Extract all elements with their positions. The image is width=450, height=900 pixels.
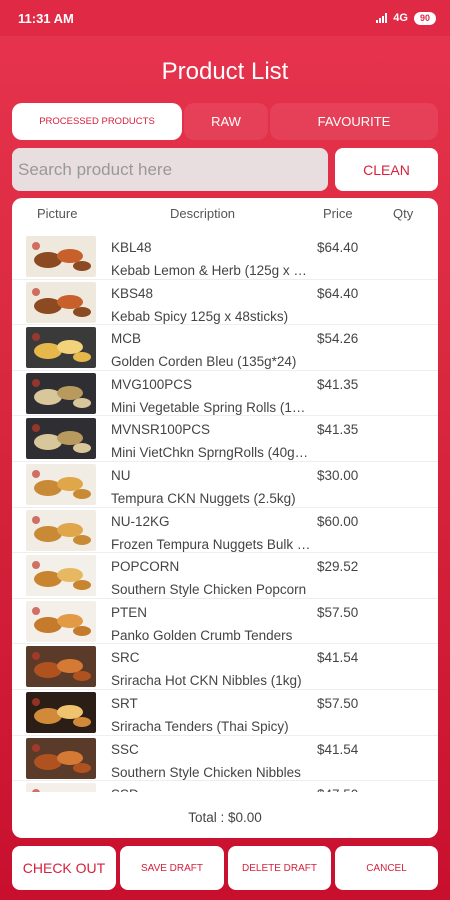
product-code: SSC [111, 741, 139, 757]
table-row[interactable]: NU-12KG Frozen Tempura Nuggets Bulk 12KG $… [12, 508, 438, 554]
product-thumbnail [26, 236, 96, 277]
product-thumbnail [26, 372, 96, 414]
table-row[interactable]: SRT Sriracha Tenders (Thai Spicy) $57.50 [12, 690, 438, 736]
product-list[interactable]: KBL48 Kebab Lemon & Herb (125g x 48sticks… [12, 234, 438, 792]
product-price: $41.54 [317, 650, 359, 666]
product-description: Frozen Tempura Nuggets Bulk 12KG [111, 536, 311, 552]
product-price: $41.35 [317, 376, 359, 392]
product-table-panel: Picture Description Price Qty KBL48 Kebab… [12, 198, 438, 838]
product-code: SSD [111, 787, 139, 792]
tab-favourite[interactable]: FAVOURITE [270, 103, 438, 140]
delete-draft-button[interactable]: DELETE DRAFT [228, 846, 331, 890]
table-row[interactable]: PTEN Panko Golden Crumb Tenders $57.50 [12, 599, 438, 645]
product-description: Kebab Spicy 125g x 48sticks) [111, 308, 289, 324]
product-price: $60.00 [317, 513, 359, 529]
product-description: Mini VietChkn SprngRolls (40g x 100) [111, 445, 311, 461]
tab-raw[interactable]: RAW [184, 103, 268, 140]
table-row[interactable]: POPCORN Southern Style Chicken Popcorn $29… [12, 553, 438, 599]
product-price: $54.26 [317, 331, 359, 347]
product-code: KBL48 [111, 240, 152, 255]
product-price: $57.50 [317, 604, 359, 620]
product-code: SRT [111, 696, 138, 711]
product-price: $29.52 [317, 559, 359, 575]
product-code: NU-12KG [111, 513, 170, 529]
table-row[interactable]: NU Tempura CKN Nuggets (2.5kg) $30.00 [12, 462, 438, 508]
product-description: Sriracha Tenders (Thai Spicy) [111, 719, 289, 734]
product-price: $64.40 [317, 240, 359, 255]
product-description: Tempura CKN Nuggets (2.5kg) [111, 491, 296, 506]
status-bar: 11:31 AM 4G 90 [0, 0, 450, 36]
product-code: NU [111, 468, 131, 483]
product-description: Golden Corden Bleu (135g*24) [111, 354, 297, 370]
product-thumbnail [26, 509, 96, 551]
save-draft-button[interactable]: SAVE DRAFT [120, 846, 224, 890]
search-input[interactable] [12, 148, 328, 191]
header-qty: Qty [393, 206, 414, 221]
battery-icon: 90 [413, 11, 436, 25]
product-description: Kebab Lemon & Herb (125g x 48sticks) [111, 263, 311, 278]
product-thumbnail [26, 281, 96, 323]
product-description: Mini Vegetable Spring Rolls (100pcs) [111, 399, 311, 415]
product-description: Southern Style Chicken Nibbles [111, 764, 301, 780]
product-code: MVNSR100PCS [111, 422, 211, 438]
product-description: Panko Golden Crumb Tenders [111, 627, 293, 643]
table-row[interactable]: SSC Southern Style Chicken Nibbles $41.54 [12, 736, 438, 782]
network-label: 4G [393, 12, 408, 24]
table-row[interactable]: KBS48 Kebab Spicy 125g x 48sticks) $64.40 [12, 280, 438, 326]
table-row[interactable]: MVG100PCS Mini Vegetable Spring Rolls (10… [12, 371, 438, 417]
product-price: $41.35 [317, 422, 359, 438]
product-description: Sriracha Hot CKN Nibbles (1kg) [111, 673, 302, 689]
status-icons: 4G 90 [376, 11, 436, 25]
status-time: 11:31 AM [18, 10, 74, 26]
product-thumbnail [26, 737, 96, 779]
table-row[interactable]: SSD $47.50 [12, 781, 438, 792]
product-price: $57.50 [317, 696, 359, 711]
product-thumbnail [26, 692, 96, 733]
product-thumbnail [26, 418, 96, 460]
table-row[interactable]: MCB Golden Corden Bleu (135g*24) $54.26 [12, 325, 438, 371]
product-price: $41.54 [317, 741, 359, 757]
product-price: $30.00 [317, 468, 359, 483]
cancel-button[interactable]: CANCEL [335, 846, 438, 890]
header-description: Description [170, 206, 236, 221]
check-out-button[interactable]: CHECK OUT [12, 846, 116, 890]
signal-icon [376, 13, 388, 23]
table-row[interactable]: KBL48 Kebab Lemon & Herb (125g x 48sticks… [12, 234, 438, 280]
page-title: Product List [161, 58, 289, 85]
total-label: Total : $0.00 [188, 810, 262, 825]
product-code: POPCORN [111, 559, 180, 575]
product-price: $64.40 [317, 285, 359, 301]
product-thumbnail [26, 600, 96, 642]
product-thumbnail [26, 464, 96, 505]
product-code: MVG100PCS [111, 376, 193, 392]
product-code: MCB [111, 331, 141, 347]
tab-processed-products[interactable]: PROCESSED PRODUCTS [12, 103, 182, 140]
product-thumbnail [26, 783, 96, 792]
table-row[interactable]: MVNSR100PCS Mini VietChkn SprngRolls (40g… [12, 416, 438, 462]
product-thumbnail [26, 555, 96, 597]
table-header: Picture Description Price Qty [12, 198, 438, 230]
header-price: Price [323, 206, 353, 221]
product-code: PTEN [111, 604, 148, 620]
product-code: KBS48 [111, 285, 154, 301]
product-price: $47.50 [317, 787, 358, 792]
product-description: Southern Style Chicken Popcorn [111, 582, 307, 598]
header-picture: Picture [37, 206, 78, 221]
product-code: SRC [111, 650, 140, 666]
table-row[interactable]: SRC Sriracha Hot CKN Nibbles (1kg) $41.54 [12, 644, 438, 690]
product-thumbnail [26, 327, 96, 369]
product-thumbnail [26, 646, 96, 688]
clean-button[interactable]: CLEAN [335, 148, 438, 191]
